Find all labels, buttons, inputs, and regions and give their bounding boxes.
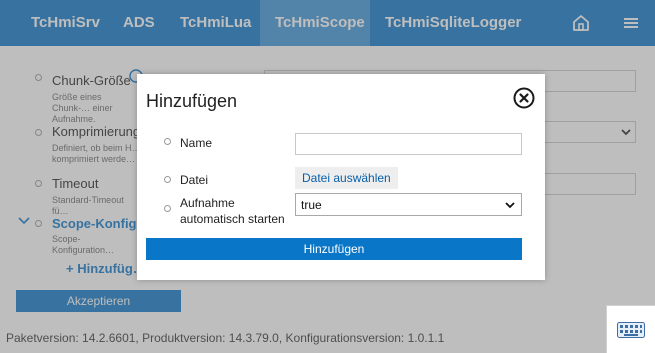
dialog-title: Hinzufügen — [146, 91, 238, 111]
keyboard-button[interactable] — [606, 305, 655, 353]
keyboard-icon — [617, 322, 645, 338]
autostart-select[interactable]: true — [295, 193, 522, 216]
add-submit-button[interactable]: Hinzufügen — [146, 238, 522, 260]
field-bullet — [164, 138, 171, 145]
autostart-label-line2: automatisch starten — [180, 212, 285, 226]
chevron-down-icon — [505, 202, 515, 209]
autostart-value: true — [301, 198, 322, 212]
autostart-label-line1: Aufnahme — [180, 196, 235, 210]
close-circle-icon[interactable] — [513, 87, 535, 109]
file-label: Datei — [180, 173, 209, 187]
add-dialog: Hinzufügen Name Datei Datei auswählen Au… — [137, 74, 545, 280]
field-bullet — [164, 205, 171, 212]
field-bullet — [164, 176, 171, 183]
name-label: Name — [180, 136, 213, 150]
name-input[interactable] — [295, 133, 522, 155]
choose-file-button[interactable]: Datei auswählen — [295, 167, 398, 189]
